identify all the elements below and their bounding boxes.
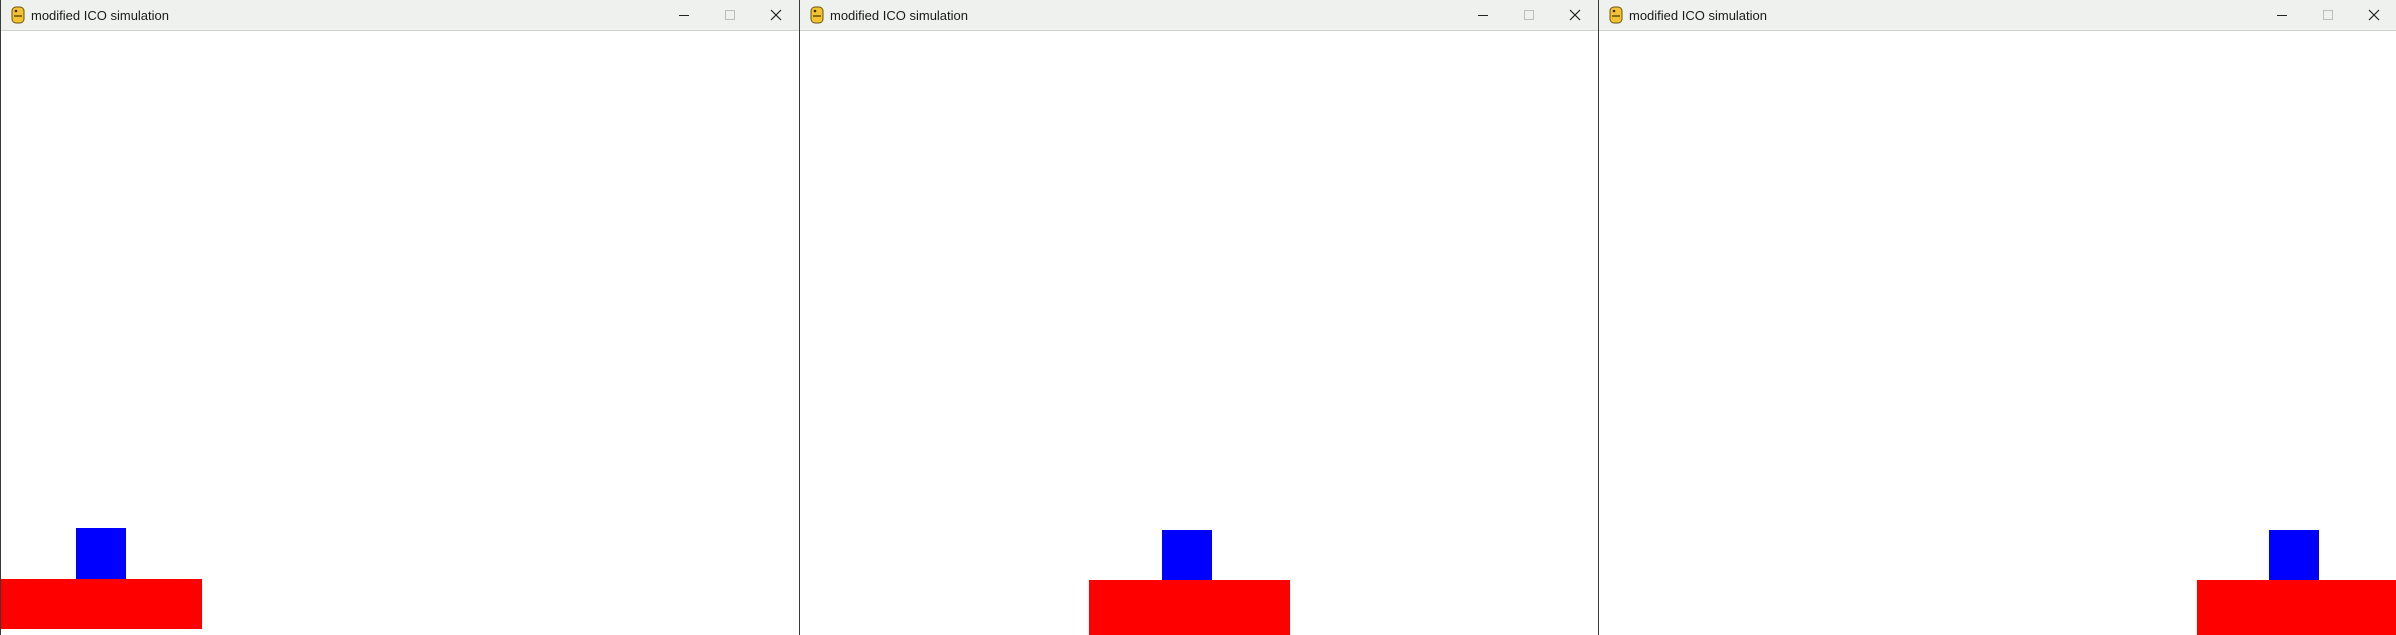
close-icon [770,9,782,21]
minimize-icon [1478,15,1488,16]
title-bar[interactable]: modified ICO simulation [1,0,799,31]
python-snake-icon [810,6,824,24]
red-platform [1089,580,1290,635]
window-title: modified ICO simulation [31,8,169,23]
close-button[interactable] [753,0,799,30]
simulation-canvas[interactable] [1,31,799,635]
maximize-icon [1524,10,1534,20]
maximize-button[interactable] [1506,0,1552,30]
minimize-icon [679,15,689,16]
simulation-canvas[interactable] [800,31,1598,635]
close-button[interactable] [1552,0,1598,30]
window-title: modified ICO simulation [830,8,968,23]
blue-box [76,528,126,579]
minimize-button[interactable] [661,0,707,30]
minimize-button[interactable] [2259,0,2305,30]
maximize-icon [725,10,735,20]
blue-box [1162,530,1212,581]
close-icon [2368,9,2380,21]
title-bar[interactable]: modified ICO simulation [800,0,1598,31]
title-bar[interactable]: modified ICO simulation [1599,0,2396,31]
window-2: modified ICO simulation [799,0,1598,635]
python-snake-icon [1609,6,1623,24]
red-platform [2197,580,2396,635]
maximize-icon [2323,10,2333,20]
blue-box [2269,530,2319,581]
window-1: modified ICO simulation [0,0,799,635]
minimize-icon [2277,15,2287,16]
red-platform [1,579,202,629]
close-button[interactable] [2351,0,2396,30]
window-3: modified ICO simulation [1598,0,2396,635]
maximize-button[interactable] [707,0,753,30]
minimize-button[interactable] [1460,0,1506,30]
maximize-button[interactable] [2305,0,2351,30]
window-title: modified ICO simulation [1629,8,1767,23]
close-icon [1569,9,1581,21]
python-snake-icon [11,6,25,24]
simulation-canvas[interactable] [1599,31,2396,635]
